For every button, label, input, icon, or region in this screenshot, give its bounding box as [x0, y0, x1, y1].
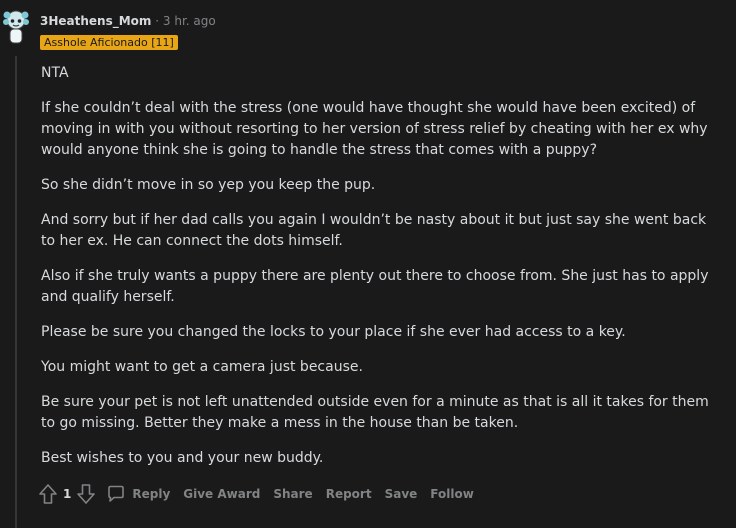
snoo-avatar-icon — [3, 10, 29, 44]
follow-button[interactable]: Follow — [430, 487, 474, 501]
comment-body: NTA If she couldn’t deal with the stress… — [41, 63, 709, 483]
comment-actions-bar: 1 Reply Give Award Share Report Save Fol… — [38, 483, 474, 505]
comment-paragraph: So she didn’t move in so yep you keep th… — [41, 177, 376, 193]
report-button[interactable]: Report — [326, 487, 372, 501]
reply-button[interactable]: Reply — [106, 484, 170, 504]
header-separator: · — [155, 14, 160, 28]
comment-paragraph: Be sure your pet is not left unattended … — [41, 394, 709, 431]
comment-bubble-icon — [108, 485, 125, 502]
comment-paragraph: Also if she truly wants a puppy there ar… — [41, 268, 709, 305]
thread-line[interactable] — [15, 56, 17, 528]
upvote-icon[interactable] — [38, 483, 58, 505]
comment-paragraph: You might want to get a camera just beca… — [41, 359, 363, 375]
comment-paragraph: NTA — [41, 65, 69, 81]
comment-header: 3Heathens_Mom · 3 hr. ago — [40, 13, 216, 29]
give-award-button[interactable]: Give Award — [183, 487, 260, 501]
comment-timestamp[interactable]: 3 hr. ago — [163, 14, 216, 28]
user-flair: Asshole Aficionado [11] — [40, 35, 178, 50]
reply-label: Reply — [132, 487, 171, 501]
comment-paragraph: Best wishes to you and your new buddy. — [41, 450, 324, 466]
comment-paragraph: And sorry but if her dad calls you again… — [41, 212, 707, 249]
share-button[interactable]: Share — [273, 487, 312, 501]
save-button[interactable]: Save — [385, 487, 418, 501]
comment-paragraph: If she couldn’t deal with the stress (on… — [41, 100, 708, 158]
downvote-icon[interactable] — [76, 483, 96, 505]
author-username[interactable]: 3Heathens_Mom — [40, 14, 151, 28]
comment-paragraph: Please be sure you changed the locks to … — [41, 324, 626, 340]
vote-count: 1 — [63, 487, 72, 501]
avatar[interactable] — [2, 8, 30, 46]
